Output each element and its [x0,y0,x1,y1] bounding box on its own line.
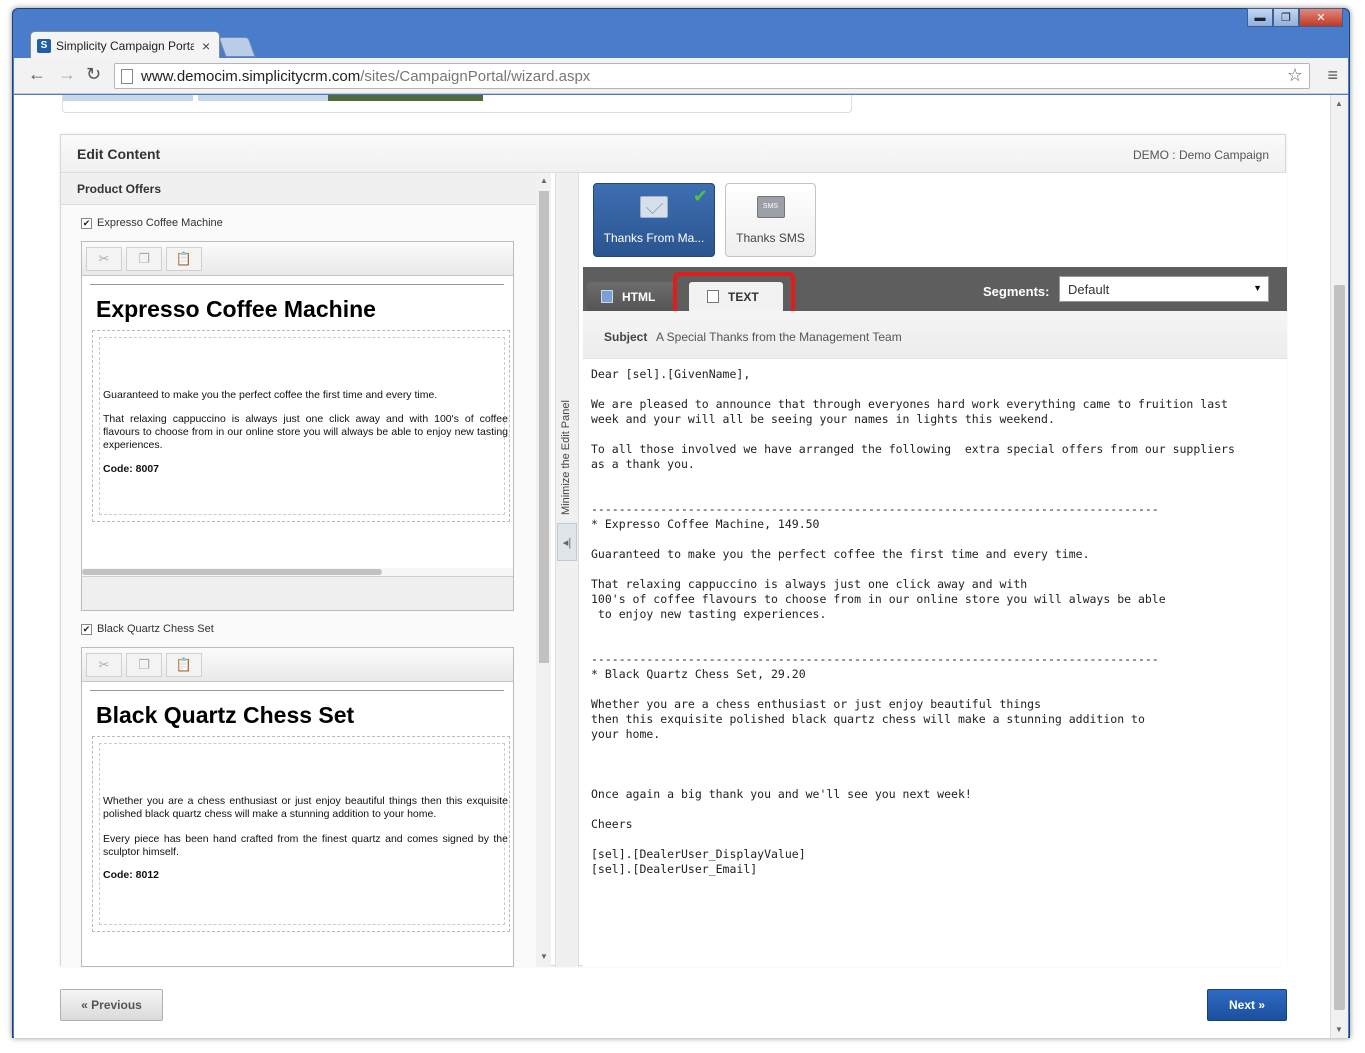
offer-checkbox-label: Black Quartz Chess Set [97,623,214,635]
page-title: Edit Content [77,146,161,162]
tab-html[interactable]: HTML [587,282,675,311]
previous-button[interactable]: « Previous [60,989,163,1021]
divider [90,690,504,691]
url-path: /sites/CampaignPortal/wizard.aspx [360,67,591,85]
browser-tab[interactable]: S Simplicity Campaign Porta × [30,31,220,59]
progress-step-1 [63,95,193,101]
preview-panel: ✔ Thanks From Ma... SMS Thanks SMS HTML … [583,173,1287,967]
segments-label: Segments: [983,284,1050,299]
check-icon: ✔ [692,186,708,206]
wizard-progress [62,95,852,113]
editor-toolbar: ✂ ❐ 📋 [82,242,513,276]
offer-checkbox[interactable]: ✔ [81,217,92,229]
simplicity-favicon-icon: S [37,38,51,53]
minimize-window-icon[interactable]: ▬ [1247,8,1273,27]
segments-selected-value: Default [1068,282,1110,297]
title-bar: S Simplicity Campaign Porta × ▬ ❐ ✕ [13,8,1349,59]
edit-panel: Product Offers ✔ Expresso Coffee Machine… [61,173,551,967]
offer-paragraph: That relaxing cappuccino is always just … [103,413,508,451]
message-thanks-email-button[interactable]: ✔ Thanks From Ma... [593,183,715,257]
segments-select[interactable]: Default ▼ [1059,276,1269,302]
browser-toolbar: ← → ↻ www.democim.simplicitycrm.com/site… [14,58,1348,94]
offer-checkbox-label: Expresso Coffee Machine [97,217,223,229]
html-icon [601,290,613,303]
offer-paragraph: Every piece has been hand crafted from t… [103,833,508,858]
offer-code: Code: 8007 [103,463,160,475]
collapse-panel-icon[interactable]: ◂| [557,523,577,561]
reload-icon[interactable]: ↻ [86,64,101,85]
page-viewport: Edit Content DEMO : Demo Campaign Produc… [14,95,1348,1038]
next-button[interactable]: Next » [1207,989,1287,1021]
message-thanks-sms-button[interactable]: SMS Thanks SMS [725,183,816,257]
scroll-down-icon[interactable]: ▼ [1335,1025,1343,1034]
paste-icon[interactable]: 📋 [166,653,202,677]
browser-menu-icon[interactable]: ≡ [1327,65,1338,86]
back-icon[interactable]: ← [28,64,46,85]
scroll-thumb[interactable] [539,191,549,663]
tab-html-label: HTML [622,289,656,304]
tab-title: Simplicity Campaign Porta [56,38,194,53]
edit-content-card: Edit Content DEMO : Demo Campaign Produc… [60,134,1287,967]
offer-checkbox-row[interactable]: ✔ Black Quartz Chess Set [81,623,214,635]
maximize-window-icon[interactable]: ❐ [1273,8,1299,27]
copy-icon[interactable]: ❐ [126,247,162,271]
offer-checkbox-row[interactable]: ✔ Expresso Coffee Machine [81,217,223,229]
offer-checkbox[interactable]: ✔ [81,623,92,635]
page-vertical-scrollbar[interactable]: ▲ ▼ [1330,95,1348,1038]
offer-title: Black Quartz Chess Set [96,702,355,728]
offer-paragraph: Whether you are a chess enthusiast or ju… [103,795,508,820]
editor-footer [82,576,513,610]
minimize-edit-panel-strip[interactable]: Minimize the Edit Panel ◂| [555,173,579,967]
product-offers-header: Product Offers [61,173,536,205]
offer-code: Code: 8012 [103,869,160,881]
product-offers-title: Product Offers [77,182,162,196]
subject-label: Subject [604,330,648,344]
forward-icon[interactable]: → [58,64,76,85]
offer-content-box: Whether you are a chess enthusiast or ju… [92,736,510,932]
close-window-icon[interactable]: ✕ [1299,8,1343,27]
dropdown-arrow-icon: ▼ [1253,283,1262,293]
editor-toolbar: ✂ ❐ 📋 [82,648,513,682]
editor-content[interactable]: Expresso Coffee Machine Guaranteed to ma… [90,284,514,564]
url-domain: www.democim.simplicitycrm.com [141,67,361,85]
edit-panel-scrollbar[interactable]: ▲ ▼ [536,173,551,967]
browser-window: S Simplicity Campaign Porta × ▬ ❐ ✕ ← → … [12,8,1350,1038]
campaign-name: DEMO : Demo Campaign [1132,148,1269,162]
sms-icon: SMS [756,196,785,218]
copy-icon[interactable]: ❐ [126,653,162,677]
message-label: Thanks SMS [736,231,805,245]
subject-value: A Special Thanks from the Management Tea… [656,330,902,344]
window-controls: ▬ ❐ ✕ [1247,8,1343,27]
message-label: Thanks From Ma... [603,231,705,245]
text-message-body: Dear [sel].[GivenName], We are pleased t… [591,367,1235,876]
editor-content[interactable]: Black Quartz Chess Set Whether you are a… [90,690,514,968]
offer-title: Expresso Coffee Machine [96,296,376,322]
scroll-up-icon[interactable]: ▲ [540,176,548,185]
editor-horizontal-scrollbar[interactable] [82,568,513,576]
offer-content-box: Guaranteed to make you the perfect coffe… [92,330,510,522]
cut-icon[interactable]: ✂ [86,653,122,677]
address-bar[interactable]: www.democim.simplicitycrm.com/sites/Camp… [114,63,1310,89]
offer-editor[interactable]: ✂ ❐ 📋 Expresso Coffee Machine Guaranteed… [81,241,514,611]
envelope-icon [640,196,668,218]
progress-step-3-current [328,95,483,101]
progress-step-2 [198,95,328,101]
paste-icon[interactable]: 📋 [166,247,202,271]
scroll-down-icon[interactable]: ▼ [540,952,548,961]
card-header: Edit Content DEMO : Demo Campaign [61,135,1285,173]
tab-close-icon[interactable]: × [202,38,210,54]
offer-paragraph: Guaranteed to make you the perfect coffe… [103,389,438,401]
new-tab-button[interactable] [218,37,256,57]
bookmark-star-icon[interactable]: ☆ [1287,65,1303,86]
offer-editor[interactable]: ✂ ❐ 📋 Black Quartz Chess Set Whether you… [81,647,514,967]
scroll-thumb[interactable] [1334,285,1345,1010]
subject-row: Subject A Special Thanks from the Manage… [583,311,1287,359]
minimize-edit-panel-label: Minimize the Edit Panel [560,400,572,515]
scroll-up-icon[interactable]: ▲ [1335,99,1343,108]
page-icon [121,68,133,84]
scroll-thumb[interactable] [82,569,382,575]
cut-icon[interactable]: ✂ [86,247,122,271]
divider [90,284,504,285]
